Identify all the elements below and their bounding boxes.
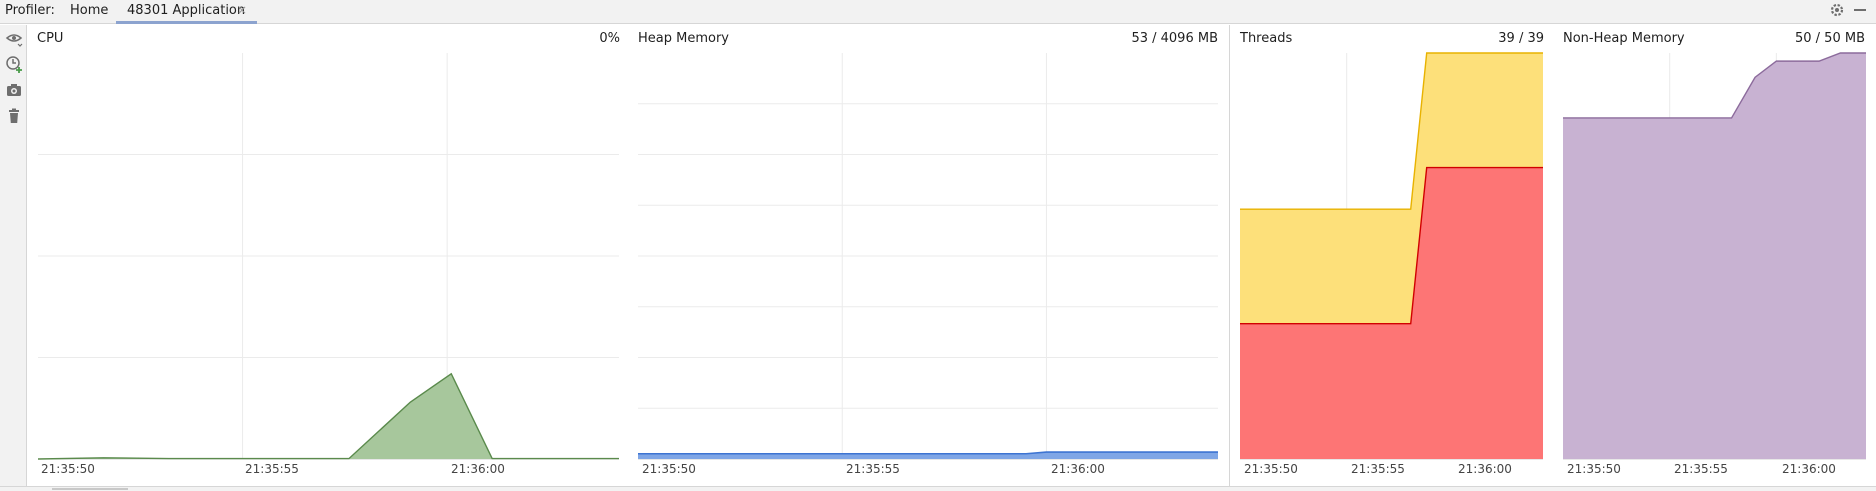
cpu-title: CPU — [37, 31, 64, 46]
cpu-x-tick: 21:36:00 — [451, 462, 505, 476]
profiler-sidebar — [0, 25, 27, 486]
scroll-thumb[interactable] — [52, 488, 128, 490]
heap-title: Heap Memory — [638, 31, 729, 46]
panel-divider — [1229, 25, 1230, 486]
minimize-icon[interactable] — [1854, 9, 1866, 11]
nonheap-title: Non-Heap Memory — [1563, 31, 1685, 46]
cpu-value: 0% — [599, 31, 620, 46]
heap-x-tick: 21:35:55 — [846, 462, 900, 476]
bottom-strip — [0, 486, 1876, 491]
add-session-icon[interactable] — [5, 55, 23, 73]
nonheap-x-tick: 21:35:55 — [1674, 462, 1728, 476]
profiler-label: Profiler: — [5, 3, 55, 18]
gear-icon[interactable] — [1828, 1, 1846, 23]
active-tab-indicator — [116, 21, 257, 24]
eye-icon[interactable] — [5, 30, 23, 48]
trash-icon[interactable] — [5, 107, 23, 125]
tool-window-header: Profiler: Home 48301 Application × — [0, 0, 1876, 24]
cpu-series-line — [37, 372, 619, 460]
threads-value: 39 / 39 — [1498, 31, 1544, 46]
threads-x-tick: 21:36:00 — [1458, 462, 1512, 476]
cpu-x-tick: 21:35:50 — [41, 462, 95, 476]
nonheap-x-tick: 21:35:50 — [1567, 462, 1621, 476]
tab-application-label: 48301 Application — [127, 3, 246, 18]
nonheap-value: 50 / 50 MB — [1795, 31, 1865, 46]
heap-x-tick: 21:36:00 — [1051, 462, 1105, 476]
threads-chart[interactable] — [1240, 52, 1543, 460]
heap-chart[interactable] — [638, 53, 1218, 460]
tab-home[interactable]: Home — [70, 3, 108, 18]
heap-value: 53 / 4096 MB — [1131, 31, 1218, 46]
tab-application[interactable]: 48301 Application × — [116, 0, 257, 24]
nonheap-x-tick: 21:36:00 — [1782, 462, 1836, 476]
nonheap-chart[interactable] — [1563, 52, 1866, 460]
cpu-x-tick: 21:35:55 — [245, 462, 299, 476]
cpu-series-area — [38, 373, 619, 459]
tab-close-icon[interactable]: × — [237, 3, 247, 17]
heap-x-tick: 21:35:50 — [642, 462, 696, 476]
threads-x-tick: 21:35:55 — [1351, 462, 1405, 476]
threads-title: Threads — [1240, 31, 1293, 46]
nonheap-series-area — [1563, 53, 1866, 459]
camera-icon[interactable] — [5, 81, 23, 99]
threads-x-tick: 21:35:50 — [1244, 462, 1298, 476]
cpu-chart[interactable] — [37, 53, 619, 460]
